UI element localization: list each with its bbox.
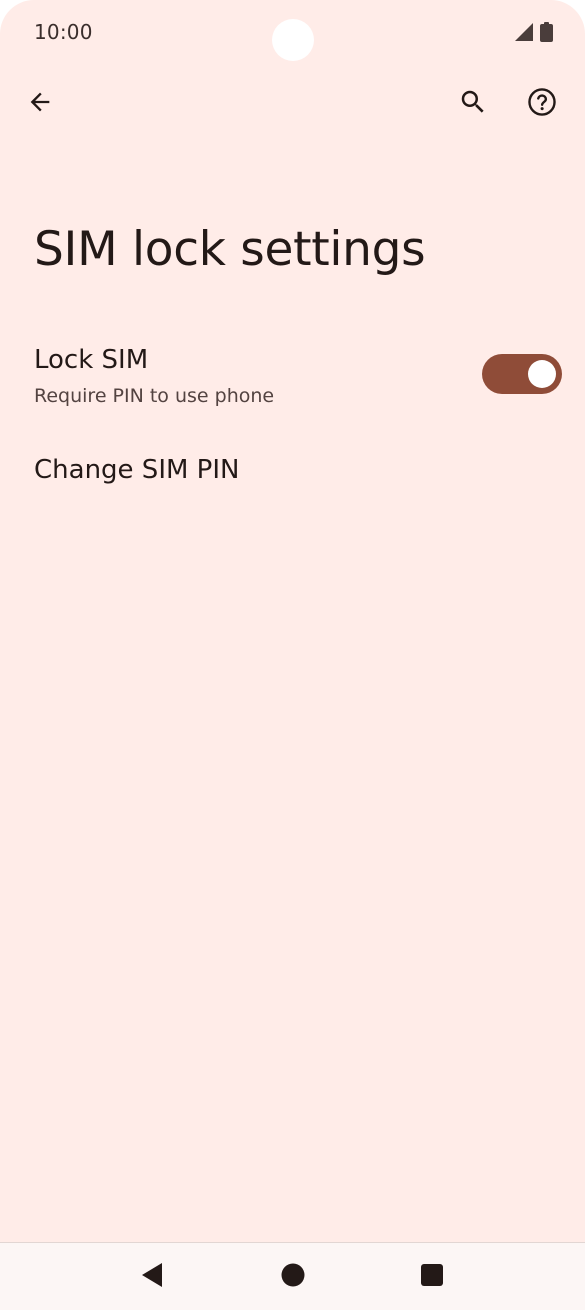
search-icon xyxy=(458,87,488,121)
page-title: SIM lock settings xyxy=(34,222,426,277)
status-bar: 10:00 xyxy=(0,0,585,66)
battery-icon xyxy=(540,22,553,46)
back-button[interactable] xyxy=(16,80,64,128)
lock-sim-summary: Require PIN to use phone xyxy=(34,385,275,407)
nav-back-icon xyxy=(140,1262,164,1292)
nav-home-button[interactable] xyxy=(271,1255,315,1299)
change-sim-pin-preference[interactable]: Change SIM PIN xyxy=(0,440,585,510)
arrow-back-icon xyxy=(26,88,54,120)
help-icon xyxy=(526,86,558,122)
lock-sim-preference[interactable]: Lock SIM Require PIN to use phone xyxy=(0,330,585,422)
nav-back-button[interactable] xyxy=(130,1255,174,1299)
lock-sim-title: Lock SIM xyxy=(34,345,149,375)
nav-home-icon xyxy=(281,1263,305,1291)
search-button[interactable] xyxy=(449,80,497,128)
app-bar xyxy=(0,72,585,136)
nav-recents-button[interactable] xyxy=(410,1255,454,1299)
change-sim-pin-title: Change SIM PIN xyxy=(34,455,240,485)
nav-recents-icon xyxy=(421,1264,443,1290)
toggle-thumb xyxy=(528,360,556,388)
status-time: 10:00 xyxy=(34,20,93,44)
signal-icon xyxy=(514,22,534,46)
lock-sim-toggle[interactable] xyxy=(482,354,562,394)
help-button[interactable] xyxy=(518,80,566,128)
front-camera-cutout xyxy=(272,19,314,61)
navigation-bar xyxy=(0,1242,585,1310)
phone-screen: 10:00 SIM lock settings Lock SIM Require… xyxy=(0,0,585,1310)
status-icons xyxy=(514,22,553,46)
